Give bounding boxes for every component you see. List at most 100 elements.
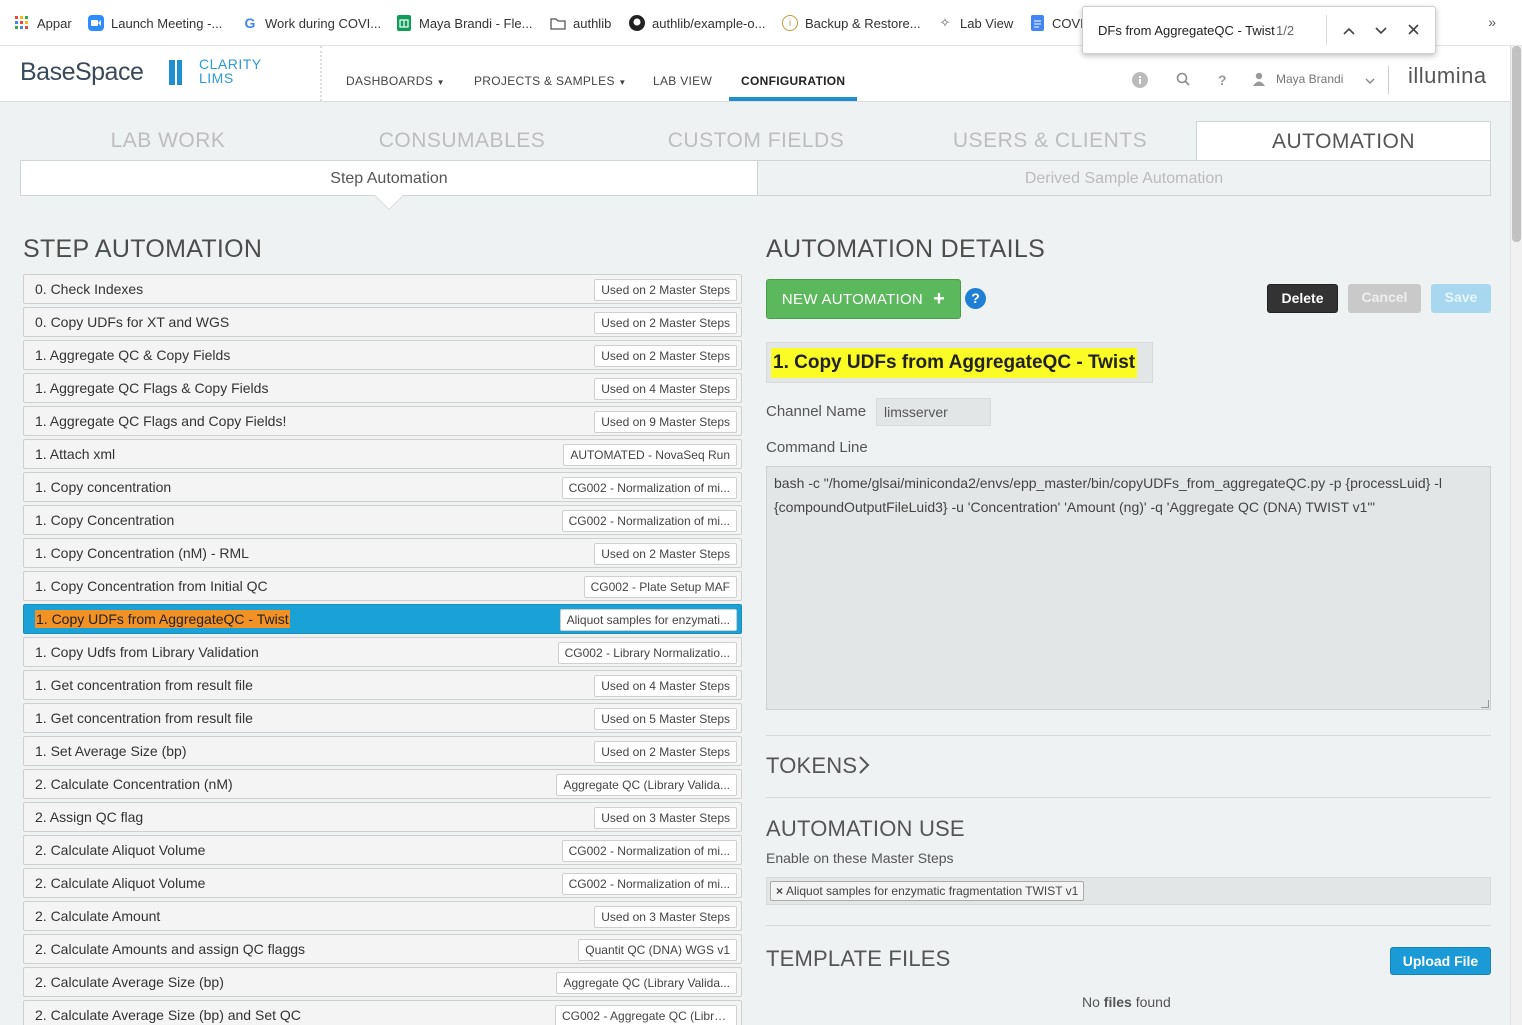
master-steps-badge: CG002 - Normalization of mi... [561,510,737,532]
folder-icon [550,15,566,31]
basespace-logo[interactable]: BaseSpace [20,58,144,87]
bookmark-label: Appar [37,15,72,31]
step-automation-row[interactable]: 2. Calculate Average Size (bp) Aggregate … [23,967,742,997]
nav-lab-view[interactable]: LAB VIEW [653,74,712,88]
bookmark-backup-restore[interactable]: i Backup & Restore... [782,14,921,32]
help-icon[interactable]: ? [1218,72,1227,88]
find-close-icon[interactable] [1397,22,1429,38]
step-automation-row[interactable]: 1. Copy concentration CG002 - Normalizati… [23,472,742,502]
master-steps-badge: Aggregate QC (Library Valida... [556,972,737,994]
bookmark-launch-meeting[interactable]: Launch Meeting -... [88,14,222,32]
master-steps-badge: Aggregate QC (Library Valida... [556,774,737,796]
info-icon[interactable] [1132,72,1148,91]
tab-lab-work[interactable]: LAB WORK [20,121,316,161]
bookmark-apps[interactable]: Appar [14,14,72,32]
tab-custom-fields[interactable]: CUSTOM FIELDS [608,121,904,161]
caret-down-icon: ▼ [436,78,445,87]
bookmark-maya-brandi[interactable]: Maya Brandi - Fle... [396,14,532,32]
step-automation-row[interactable]: 1. Aggregate QC & Copy Fields Used on 2 M… [23,340,742,370]
new-automation-button[interactable]: NEW AUTOMATION + [766,279,961,319]
tab-users-clients[interactable]: USERS & CLIENTS [904,121,1196,161]
step-automation-name: 2. Calculate Amounts and assign QC flagg… [35,941,306,957]
user-name: Maya Brandi [1276,72,1344,86]
master-steps-badge: Quantit QC (DNA) WGS v1 [578,939,737,961]
step-automation-row[interactable]: 1. Copy Concentration from Initial QC CG0… [23,571,742,601]
bookmark-covi[interactable]: COVI [1029,14,1084,32]
step-automation-row[interactable]: 1. Aggregate QC Flags & Copy Fields Used … [23,373,742,403]
nav-label: DASHBOARDS [346,74,434,88]
config-tabs: LAB WORK CONSUMABLES CUSTOM FIELDS USERS… [20,121,1491,161]
step-automation-row[interactable]: 2. Calculate Concentration (nM) Aggregate… [23,769,742,799]
find-prev-icon[interactable] [1333,22,1365,38]
master-steps-badge: CG002 - Normalization of mi... [561,873,737,895]
step-automation-row[interactable]: 2. Calculate Amounts and assign QC flagg… [23,934,742,964]
step-automation-row[interactable]: 1. Aggregate QC Flags and Copy Fields! Us… [23,406,742,436]
tokens-title[interactable]: TOKENS [766,753,857,779]
remove-chip-icon[interactable]: × [776,884,783,898]
nav-dashboards[interactable]: DASHBOARDS ▼ [346,74,445,88]
user-menu[interactable]: Maya Brandi [1276,72,1343,86]
step-automation-row[interactable]: 1. Attach xml AUTOMATED - NovaSeq Run [23,439,742,469]
cancel-button[interactable]: Cancel [1348,284,1421,313]
step-automation-row[interactable]: 0. Check Indexes Used on 2 Master Steps [23,274,742,304]
automation-subtabs: Step Automation Derived Sample Automatio… [20,160,1491,196]
step-automation-title: STEP AUTOMATION [23,235,263,263]
resize-handle-icon[interactable] [1481,700,1489,708]
bookmark-work-during-covid[interactable]: G Work during COVI... [242,14,382,32]
section-divider [766,925,1491,926]
step-automation-row[interactable]: 1. Copy Udfs from Library Validation CG00… [23,637,742,667]
step-automation-name: 2. Calculate Average Size (bp) and Set Q… [35,1007,301,1023]
master-steps-badge: Used on 2 Master Steps [594,543,737,565]
bookmark-authlib-example[interactable]: authlib/example-o... [629,14,765,32]
step-automation-row[interactable]: 1. Get concentration from result file Use… [23,703,742,733]
bookmark-label: authlib [573,15,612,31]
no-files-text-bold: files [1103,994,1132,1010]
chevron-right-icon[interactable] [858,755,870,781]
master-step-label: Aliquot samples for enzymatic fragmentat… [786,884,1079,898]
tab-automation[interactable]: AUTOMATION [1196,121,1491,161]
step-automation-row[interactable]: 2. Calculate Average Size (bp) and Set Q… [23,1000,742,1025]
help-icon[interactable]: ? [965,288,986,309]
bookmark-authlib[interactable]: authlib [550,14,611,32]
google-icon: G [244,15,256,31]
bookmark-label: COVI [1052,15,1084,31]
nav-projects-samples[interactable]: PROJECTS & SAMPLES ▼ [474,74,627,88]
find-next-icon[interactable] [1365,22,1397,38]
step-automation-row[interactable]: 1. Copy Concentration CG002 - Normalizati… [23,505,742,535]
channel-name-field[interactable]: limsserver [876,398,991,426]
step-automation-row[interactable]: 0. Copy UDFs for XT and WGS Used on 2 Mas… [23,307,742,337]
bookmark-lab-view[interactable]: ✧ Lab View [937,14,1014,32]
command-line-textarea[interactable]: bash -c "/home/glsai/miniconda2/envs/epp… [766,466,1491,710]
automation-name-value: 1. Copy UDFs from AggregateQC - Twist [771,348,1138,378]
step-automation-row[interactable]: 1. Get concentration from result file Use… [23,670,742,700]
github-icon [629,15,645,31]
tab-consumables[interactable]: CONSUMABLES [316,121,608,161]
lab-icon: ✧ [939,15,951,30]
step-automation-row[interactable]: 2. Calculate Aliquot Volume CG002 - Norma… [23,868,742,898]
scrollbar-thumb[interactable] [1512,46,1521,242]
step-automation-row[interactable]: 1. Copy UDFs from AggregateQC - Twist Ali… [23,604,742,634]
subtab-derived-sample-automation[interactable]: Derived Sample Automation [757,161,1490,195]
step-automation-name: 2. Calculate Concentration (nM) [35,776,233,792]
nav-configuration[interactable]: CONFIGURATION [741,74,845,88]
plus-icon: + [933,288,946,310]
bookmark-label: Backup & Restore... [805,15,921,31]
no-files-text: found [1131,994,1171,1010]
step-automation-row[interactable]: 2. Assign QC flag Used on 3 Master Steps [23,802,742,832]
delete-button[interactable]: Delete [1267,284,1338,313]
step-automation-name: 1. Get concentration from result file [35,677,253,693]
apps-grid-icon [14,15,30,31]
subtab-step-automation[interactable]: Step Automation [21,161,757,195]
step-automation-row[interactable]: 1. Set Average Size (bp) Used on 2 Master… [23,736,742,766]
step-automation-row[interactable]: 2. Calculate Amount Used on 3 Master Step… [23,901,742,931]
bookmarks-overflow-icon[interactable]: » [1488,14,1496,30]
find-input[interactable]: DFs from AggregateQC - Twist [1098,23,1276,38]
step-automation-row[interactable]: 1. Copy Concentration (nM) - RML Used on … [23,538,742,568]
save-button[interactable]: Save [1431,284,1491,313]
step-automation-row[interactable]: 2. Calculate Aliquot Volume CG002 - Norma… [23,835,742,865]
upload-file-button[interactable]: Upload File [1390,947,1491,975]
bookmark-label: Work during COVI... [265,15,382,31]
search-icon[interactable] [1176,72,1190,89]
master-steps-badge: CG002 - Aggregate QC (Libra... [555,1005,737,1025]
chevron-down-icon[interactable] [1365,72,1375,88]
